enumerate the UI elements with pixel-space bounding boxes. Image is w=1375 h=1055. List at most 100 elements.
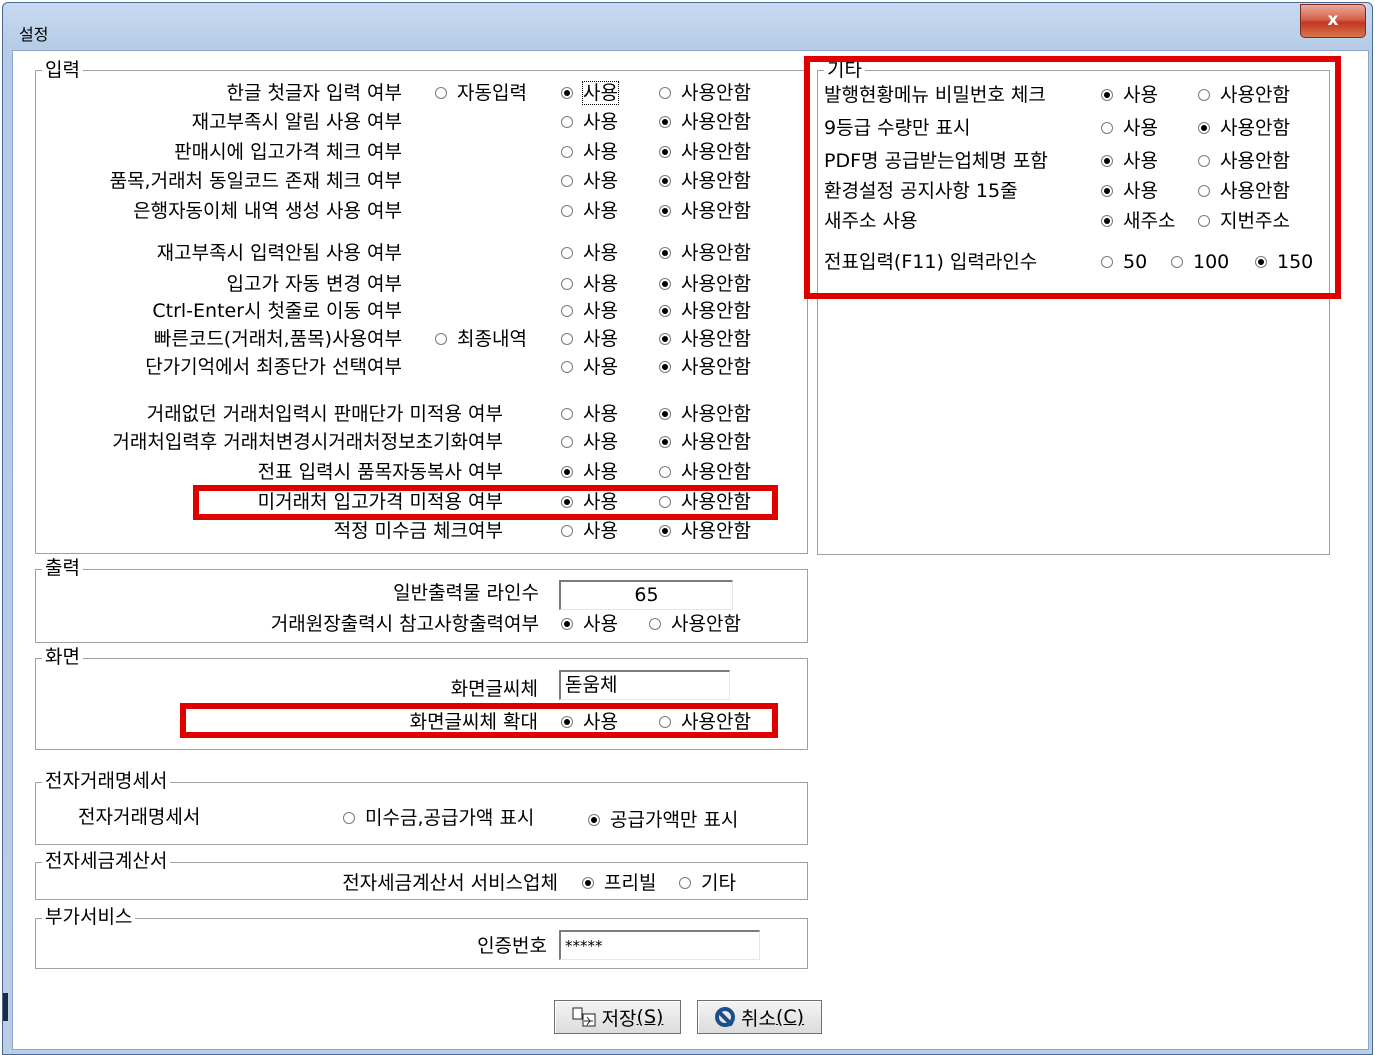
input-row-no-use-radio[interactable]: 사용안함 (659, 242, 751, 264)
cancel-button[interactable]: 취소 (C) (697, 1000, 822, 1034)
radio-label: 50 (1123, 251, 1148, 273)
input-row-use-radio[interactable]: 사용 (561, 81, 619, 105)
radio-label: 사용안함 (681, 403, 751, 425)
ref-output-no-use-radio[interactable]: 사용안함 (649, 613, 741, 635)
input-row-use-radio[interactable]: 사용 (561, 328, 618, 350)
radio-label: 사용 (583, 461, 618, 483)
radio-label: 사용 (583, 613, 618, 635)
radio-label: 사용안함 (681, 491, 751, 513)
radio-dot (659, 175, 671, 187)
radio-label: 사용 (583, 403, 618, 425)
radio-label: 사용 (583, 520, 618, 542)
screen-group-title: 화면 (42, 646, 83, 668)
etc-row-option-radio[interactable]: 사용안함 (1198, 117, 1290, 139)
etax-label: 전자세금계산서 서비스업체 (342, 872, 558, 894)
ref-output-label: 거래원장출력시 참고사항출력여부 (270, 613, 539, 635)
etc-row-option-radio[interactable]: 사용 (1101, 84, 1158, 106)
input-row-use-radio[interactable]: 사용 (561, 520, 618, 542)
etc-row-option-radio[interactable]: 사용안함 (1198, 84, 1290, 106)
input-row-use-radio[interactable]: 사용 (561, 356, 618, 378)
radio-dot (561, 361, 573, 373)
radio-dot (1101, 89, 1113, 101)
etax-option-a-radio[interactable]: 프리빌 (582, 872, 656, 894)
radio-dot (561, 278, 573, 290)
highlight-font-zoom-row (180, 703, 778, 738)
ref-output-use-radio[interactable]: 사용 (561, 613, 618, 635)
etax-option-b-radio[interactable]: 기타 (679, 872, 736, 894)
input-row-no-use-radio[interactable]: 사용안함 (659, 491, 751, 513)
etc-row-option-radio[interactable]: 새주소 (1101, 210, 1175, 232)
radio-label: 사용 (583, 273, 618, 295)
input-row-no-use-radio[interactable]: 사용안함 (659, 431, 751, 453)
input-row-extra-radio[interactable]: 자동입력 (435, 82, 527, 104)
input-row-use-radio[interactable]: 사용 (561, 111, 618, 133)
etrade-option-b-radio[interactable]: 공급가액만 표시 (588, 809, 738, 831)
radio-label: 사용 (583, 491, 618, 513)
radio-label: 지번주소 (1220, 210, 1290, 232)
radio-dot (561, 205, 573, 217)
radio-dot (561, 146, 573, 158)
radio-dot (1198, 155, 1210, 167)
title-bar[interactable]: 설정 x (3, 3, 1372, 49)
radio-dot (649, 618, 661, 630)
radio-dot (1101, 215, 1113, 227)
input-row-no-use-radio[interactable]: 사용안함 (659, 141, 751, 163)
input-row-use-radio[interactable]: 사용 (561, 170, 618, 192)
radio-label: 사용안함 (681, 111, 751, 133)
input-row-use-radio[interactable]: 사용 (561, 403, 618, 425)
input-row-use-radio[interactable]: 사용 (561, 491, 618, 513)
input-row-use-radio[interactable]: 사용 (561, 300, 618, 322)
save-button[interactable]: 저장 (S) (554, 1000, 681, 1034)
input-row-no-use-radio[interactable]: 사용안함 (659, 170, 751, 192)
window-title: 설정 (19, 25, 49, 44)
input-row-use-radio[interactable]: 사용 (561, 242, 618, 264)
input-group-title: 입력 (42, 59, 83, 81)
radio-label: 사용 (583, 170, 618, 192)
input-row-no-use-radio[interactable]: 사용안함 (659, 200, 751, 222)
input-row-use-radio[interactable]: 사용 (561, 431, 618, 453)
radio-dot (1255, 256, 1267, 268)
radio-dot (561, 87, 573, 99)
input-row-no-use-radio[interactable]: 사용안함 (659, 403, 751, 425)
etc-row-option-radio[interactable]: 사용 (1101, 117, 1158, 139)
radio-dot (1198, 185, 1210, 197)
input-row-use-radio[interactable]: 사용 (561, 461, 618, 483)
font-input[interactable]: 돋움체 (559, 670, 730, 700)
input-row-no-use-radio[interactable]: 사용안함 (659, 273, 751, 295)
etc-row-option-radio[interactable]: 사용안함 (1198, 180, 1290, 202)
auth-input[interactable]: ***** (559, 930, 760, 960)
etc-row-option-radio[interactable]: 사용 (1101, 180, 1158, 202)
input-row-extra-radio[interactable]: 최종내역 (435, 328, 527, 350)
input-row-no-use-radio[interactable]: 사용안함 (659, 356, 751, 378)
line-count-input[interactable]: 65 (559, 580, 733, 610)
font-label: 화면글씨체 (450, 678, 538, 700)
input-row-no-use-radio[interactable]: 사용안함 (659, 300, 751, 322)
input-row-no-use-radio[interactable]: 사용안함 (659, 461, 751, 483)
radio-dot (1101, 122, 1113, 134)
etc-row-option-radio[interactable]: 사용 (1101, 150, 1158, 172)
close-button[interactable]: x (1300, 4, 1366, 38)
input-row-use-radio[interactable]: 사용 (561, 200, 618, 222)
etc-row-option-radio[interactable]: 지번주소 (1198, 210, 1290, 232)
input-row-use-radio[interactable]: 사용 (561, 141, 618, 163)
input-row-no-use-radio[interactable]: 사용안함 (659, 111, 751, 133)
input-row-use-radio[interactable]: 사용 (561, 273, 618, 295)
radio-label: 사용 (1123, 117, 1158, 139)
etrade-group-title: 전자거래명세서 (42, 770, 171, 792)
etc-row-option-radio[interactable]: 100 (1171, 251, 1229, 273)
input-row-no-use-radio[interactable]: 사용안함 (659, 82, 751, 104)
output-group-title: 출력 (42, 557, 83, 579)
etc-row-option-radio[interactable]: 사용안함 (1198, 150, 1290, 172)
input-row-no-use-radio[interactable]: 사용안함 (659, 520, 751, 542)
input-row-no-use-radio[interactable]: 사용안함 (659, 328, 751, 350)
input-row-label: 적정 미수금 체크여부 (333, 520, 503, 542)
etc-row-option-radio[interactable]: 50 (1101, 251, 1147, 273)
radio-dot (561, 496, 573, 508)
radio-dot (1198, 215, 1210, 227)
radio-label: 사용안함 (671, 613, 741, 635)
etc-row-label: 전표입력(F11) 입력라인수 (824, 251, 1038, 273)
etrade-option-a-radio[interactable]: 미수금,공급가액 표시 (343, 807, 534, 829)
etc-row-option-radio[interactable]: 150 (1255, 251, 1313, 273)
edge-mark (3, 993, 8, 1021)
radio-dot (659, 361, 671, 373)
